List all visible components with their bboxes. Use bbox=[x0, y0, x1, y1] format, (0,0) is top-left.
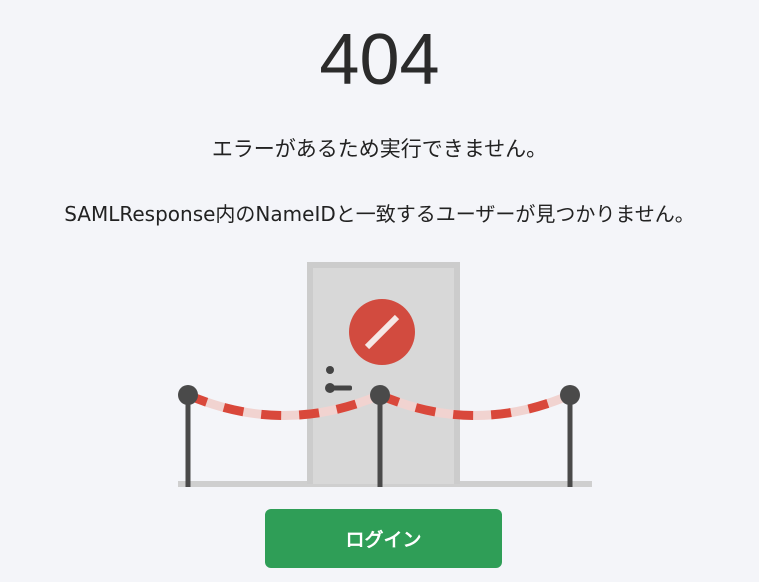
login-button[interactable]: ログイン bbox=[265, 509, 502, 568]
blocked-door-illustration bbox=[178, 262, 592, 487]
error-code: 404 bbox=[319, 20, 440, 100]
stop-sign-icon bbox=[349, 299, 415, 365]
error-detail: SAMLResponse内のNameIDと一致するユーザーが見つかりません。 bbox=[64, 202, 695, 226]
door-icon bbox=[307, 262, 460, 484]
error-message: エラーがあるため実行できません。 bbox=[211, 137, 548, 161]
stanchion-icon bbox=[178, 385, 580, 487]
